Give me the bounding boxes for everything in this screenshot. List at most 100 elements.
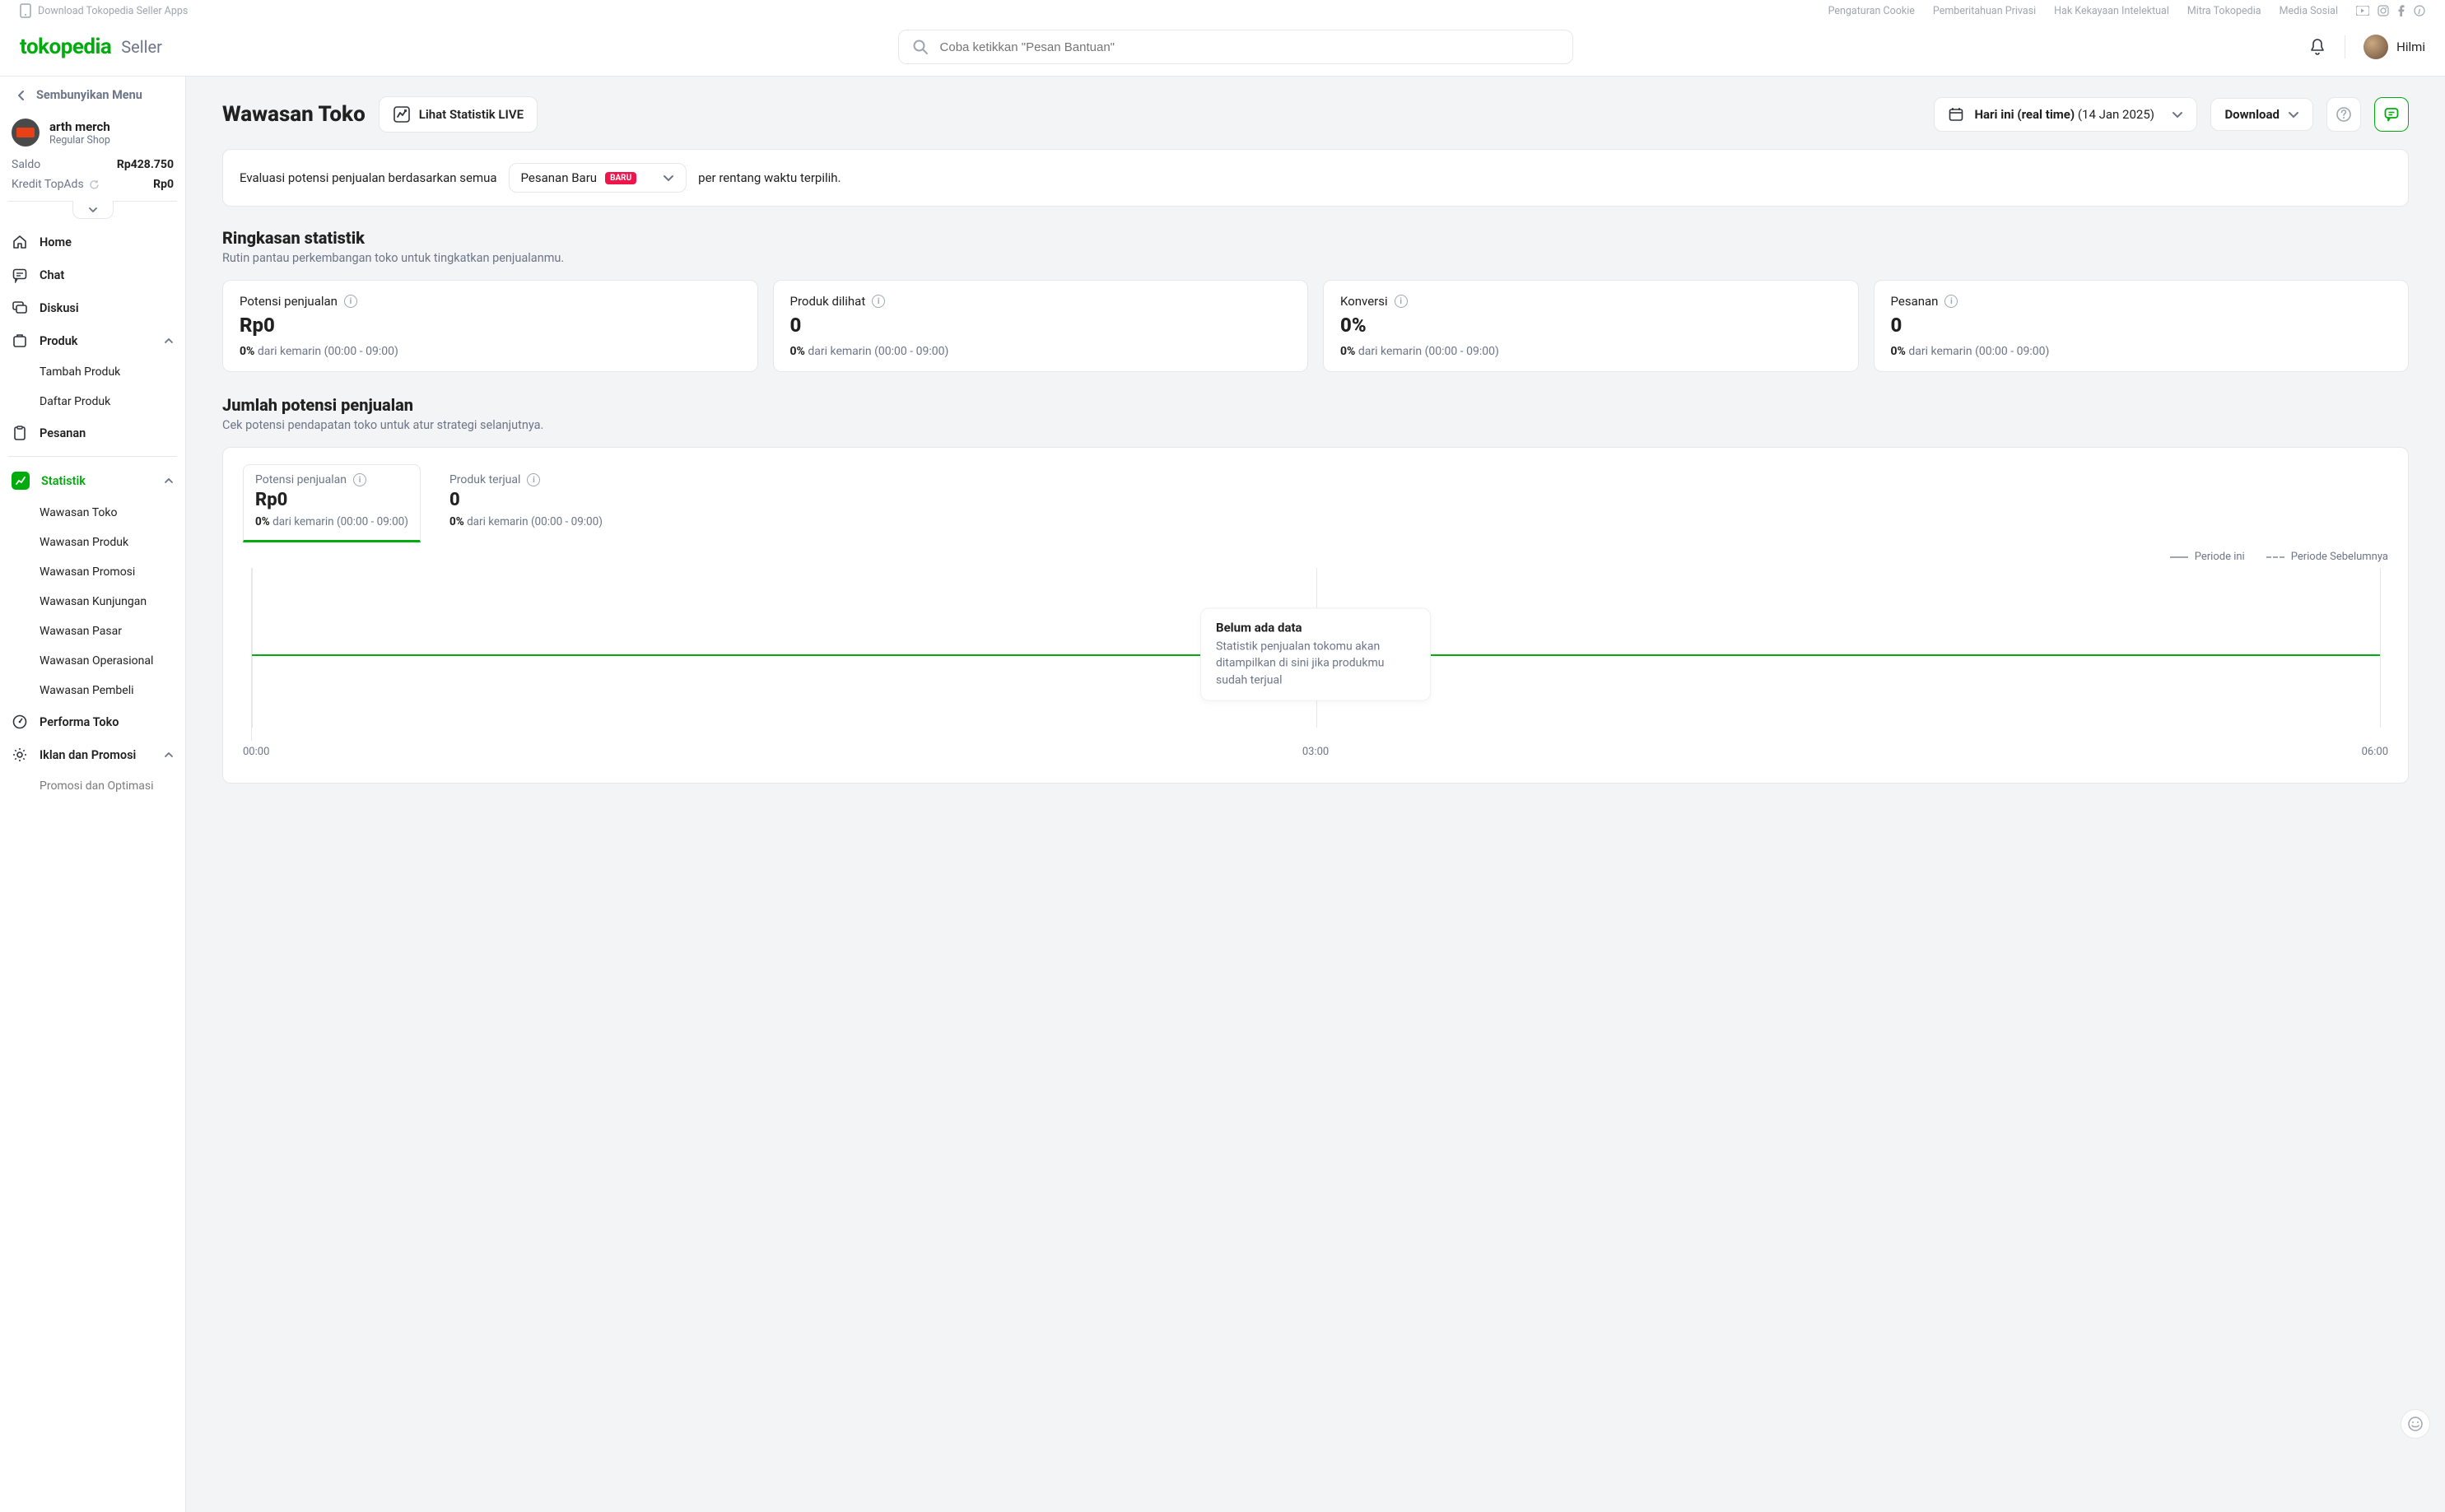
kredit-topads-value: Rp0 <box>153 178 174 191</box>
chart-area: Belum ada data Statistik penjualan tokom… <box>251 568 2380 741</box>
tab-potensi-penjualan[interactable]: Potensi penjualani Rp0 0% dari kemarin (… <box>243 464 421 542</box>
download-button[interactable]: Download <box>2210 98 2313 131</box>
stat-pct: 0% <box>790 345 805 358</box>
info-icon[interactable]: i <box>527 473 540 486</box>
saldo-value: Rp428.750 <box>117 158 174 171</box>
info-icon[interactable]: i <box>344 295 357 308</box>
chevron-down-icon <box>2172 111 2183 119</box>
stat-card-konversi[interactable]: Konversii 0% 0% dari kemarin (00:00 - 09… <box>1323 280 1859 372</box>
sidebar-item-wawasan-pasar[interactable]: Wawasan Pasar <box>0 616 185 646</box>
sidebar-item-wawasan-promosi[interactable]: Wawasan Promosi <box>0 557 185 587</box>
pinterest-icon[interactable] <box>2414 5 2425 16</box>
info-icon[interactable]: i <box>1944 295 1958 308</box>
sidebar-item-wawasan-kunjungan[interactable]: Wawasan Kunjungan <box>0 587 185 616</box>
saldo-label: Saldo <box>12 158 40 171</box>
chevron-left-icon <box>16 90 25 101</box>
chevron-up-icon <box>164 477 174 484</box>
stat-card-potensi[interactable]: Potensi penjualani Rp0 0% dari kemarin (… <box>222 280 758 372</box>
main-header: tokopedia Seller Hilmi <box>0 21 2445 77</box>
pesanan-select[interactable]: Pesanan Baru BARU <box>509 163 687 193</box>
chat-icon <box>12 267 28 283</box>
sidebar: Sembunyikan Menu arth merch Regular Shop… <box>0 77 186 1512</box>
live-stats-button[interactable]: Lihat Statistik LIVE <box>379 96 538 133</box>
top-link-hki[interactable]: Hak Kekayaan Intelektual <box>2054 5 2169 17</box>
top-link-cookie[interactable]: Pengaturan Cookie <box>1828 5 1915 17</box>
stat-card-dilihat[interactable]: Produk dilihati 0 0% dari kemarin (00:00… <box>773 280 1309 372</box>
download-label: Download <box>2224 107 2280 122</box>
chart-empty-state: Belum ada data Statistik penjualan tokom… <box>1200 608 1431 701</box>
nav-label: Chat <box>40 268 64 282</box>
home-icon <box>12 234 28 250</box>
legend-line-solid <box>2170 556 2188 558</box>
sidebar-item-home[interactable]: Home <box>0 226 185 258</box>
top-link-privasi[interactable]: Pemberitahuan Privasi <box>1933 5 2036 17</box>
nav-label: Wawasan Operasional <box>40 654 153 668</box>
download-app-link[interactable]: Download Tokopedia Seller Apps <box>38 5 188 17</box>
logo[interactable]: tokopedia <box>20 35 111 59</box>
search-icon <box>912 39 929 55</box>
ringkasan-sub: Rutin pantau perkembangan toko untuk tin… <box>222 251 2409 265</box>
nav-label: Home <box>40 235 72 249</box>
info-icon[interactable]: i <box>1395 295 1408 308</box>
x-label: 00:00 <box>243 746 269 758</box>
notification-bell-icon[interactable] <box>2308 38 2326 56</box>
eval-pre-text: Evaluasi potensi penjualan berdasarkan s… <box>240 170 497 185</box>
sidebar-item-wawasan-pembeli[interactable]: Wawasan Pembeli <box>0 676 185 705</box>
tab-foot: dari kemarin (00:00 - 09:00) <box>272 515 408 528</box>
pesanan-select-label: Pesanan Baru <box>521 170 598 185</box>
youtube-icon[interactable] <box>2356 6 2369 16</box>
nav-label: Wawasan Kunjungan <box>40 595 147 608</box>
chat-bubble-icon <box>2383 106 2400 123</box>
nav-label: Wawasan Toko <box>40 506 117 519</box>
sidebar-item-pesanan[interactable]: Pesanan <box>0 416 185 449</box>
potensi-sub: Cek potensi pendapatan toko untuk atur s… <box>222 418 2409 432</box>
shop-info[interactable]: arth merch Regular Shop <box>0 114 185 155</box>
nav-label: Produk <box>40 334 77 348</box>
refresh-icon[interactable] <box>89 179 100 190</box>
stat-card-pesanan[interactable]: Pesanani 0 0% dari kemarin (00:00 - 09:0… <box>1874 280 2410 372</box>
instagram-icon[interactable] <box>2377 5 2389 16</box>
stat-cards-row: Potensi penjualani Rp0 0% dari kemarin (… <box>222 280 2409 372</box>
nav-label: Wawasan Pembeli <box>40 684 134 697</box>
sidebar-item-wawasan-toko[interactable]: Wawasan Toko <box>0 498 185 528</box>
help-button[interactable] <box>2326 97 2361 132</box>
gauge-icon <box>12 714 28 730</box>
chart-card: Potensi penjualani Rp0 0% dari kemarin (… <box>222 447 2409 784</box>
feedback-button[interactable] <box>2401 1409 2430 1439</box>
eval-post-text: per rentang waktu terpilih. <box>698 170 841 185</box>
badge-new: BARU <box>605 172 636 184</box>
sidebar-item-diskusi[interactable]: Diskusi <box>0 291 185 324</box>
chevron-down-icon <box>663 174 674 182</box>
stat-label: Konversi <box>1340 294 1388 309</box>
hide-menu-button[interactable]: Sembunyikan Menu <box>0 77 185 114</box>
info-icon[interactable]: i <box>353 473 366 486</box>
sidebar-item-tambah-produk[interactable]: Tambah Produk <box>0 357 185 387</box>
chat-support-button[interactable] <box>2374 97 2409 132</box>
user-menu[interactable]: Hilmi <box>2364 35 2425 59</box>
search-box[interactable] <box>898 30 1573 64</box>
sidebar-item-wawasan-produk[interactable]: Wawasan Produk <box>0 528 185 557</box>
sidebar-item-promosi-optimasi[interactable]: Promosi dan Optimasi <box>0 771 185 801</box>
info-icon[interactable]: i <box>872 295 885 308</box>
shop-type: Regular Shop <box>49 134 110 147</box>
sidebar-item-daftar-produk[interactable]: Daftar Produk <box>0 387 185 416</box>
top-link-mitra[interactable]: Mitra Tokopedia <box>2187 5 2261 17</box>
sidebar-item-produk[interactable]: Produk <box>0 324 185 357</box>
sidebar-item-chat[interactable]: Chat <box>0 258 185 291</box>
nav-label: Wawasan Produk <box>40 536 128 549</box>
tab-pct: 0% <box>449 515 464 528</box>
stat-pct: 0% <box>240 345 254 358</box>
expand-balance-toggle[interactable] <box>72 201 114 219</box>
stat-label: Potensi penjualan <box>240 294 338 309</box>
sidebar-item-statistik[interactable]: Statistik <box>0 463 185 498</box>
search-input[interactable] <box>940 40 1559 54</box>
tab-label: Produk terjual <box>449 473 520 486</box>
facebook-icon[interactable] <box>2397 5 2405 16</box>
tab-produk-terjual[interactable]: Produk terjuali 0 0% dari kemarin (00:00… <box>437 464 615 542</box>
legend-prev: Periode Sebelumnya <box>2291 551 2388 563</box>
top-link-media[interactable]: Media Sosial <box>2280 5 2338 17</box>
sidebar-item-performa-toko[interactable]: Performa Toko <box>0 705 185 738</box>
date-range-select[interactable]: Hari ini (real time) (14 Jan 2025) <box>1934 97 2197 132</box>
sidebar-item-wawasan-operasional[interactable]: Wawasan Operasional <box>0 646 185 676</box>
sidebar-item-iklan-promosi[interactable]: Iklan dan Promosi <box>0 738 185 771</box>
